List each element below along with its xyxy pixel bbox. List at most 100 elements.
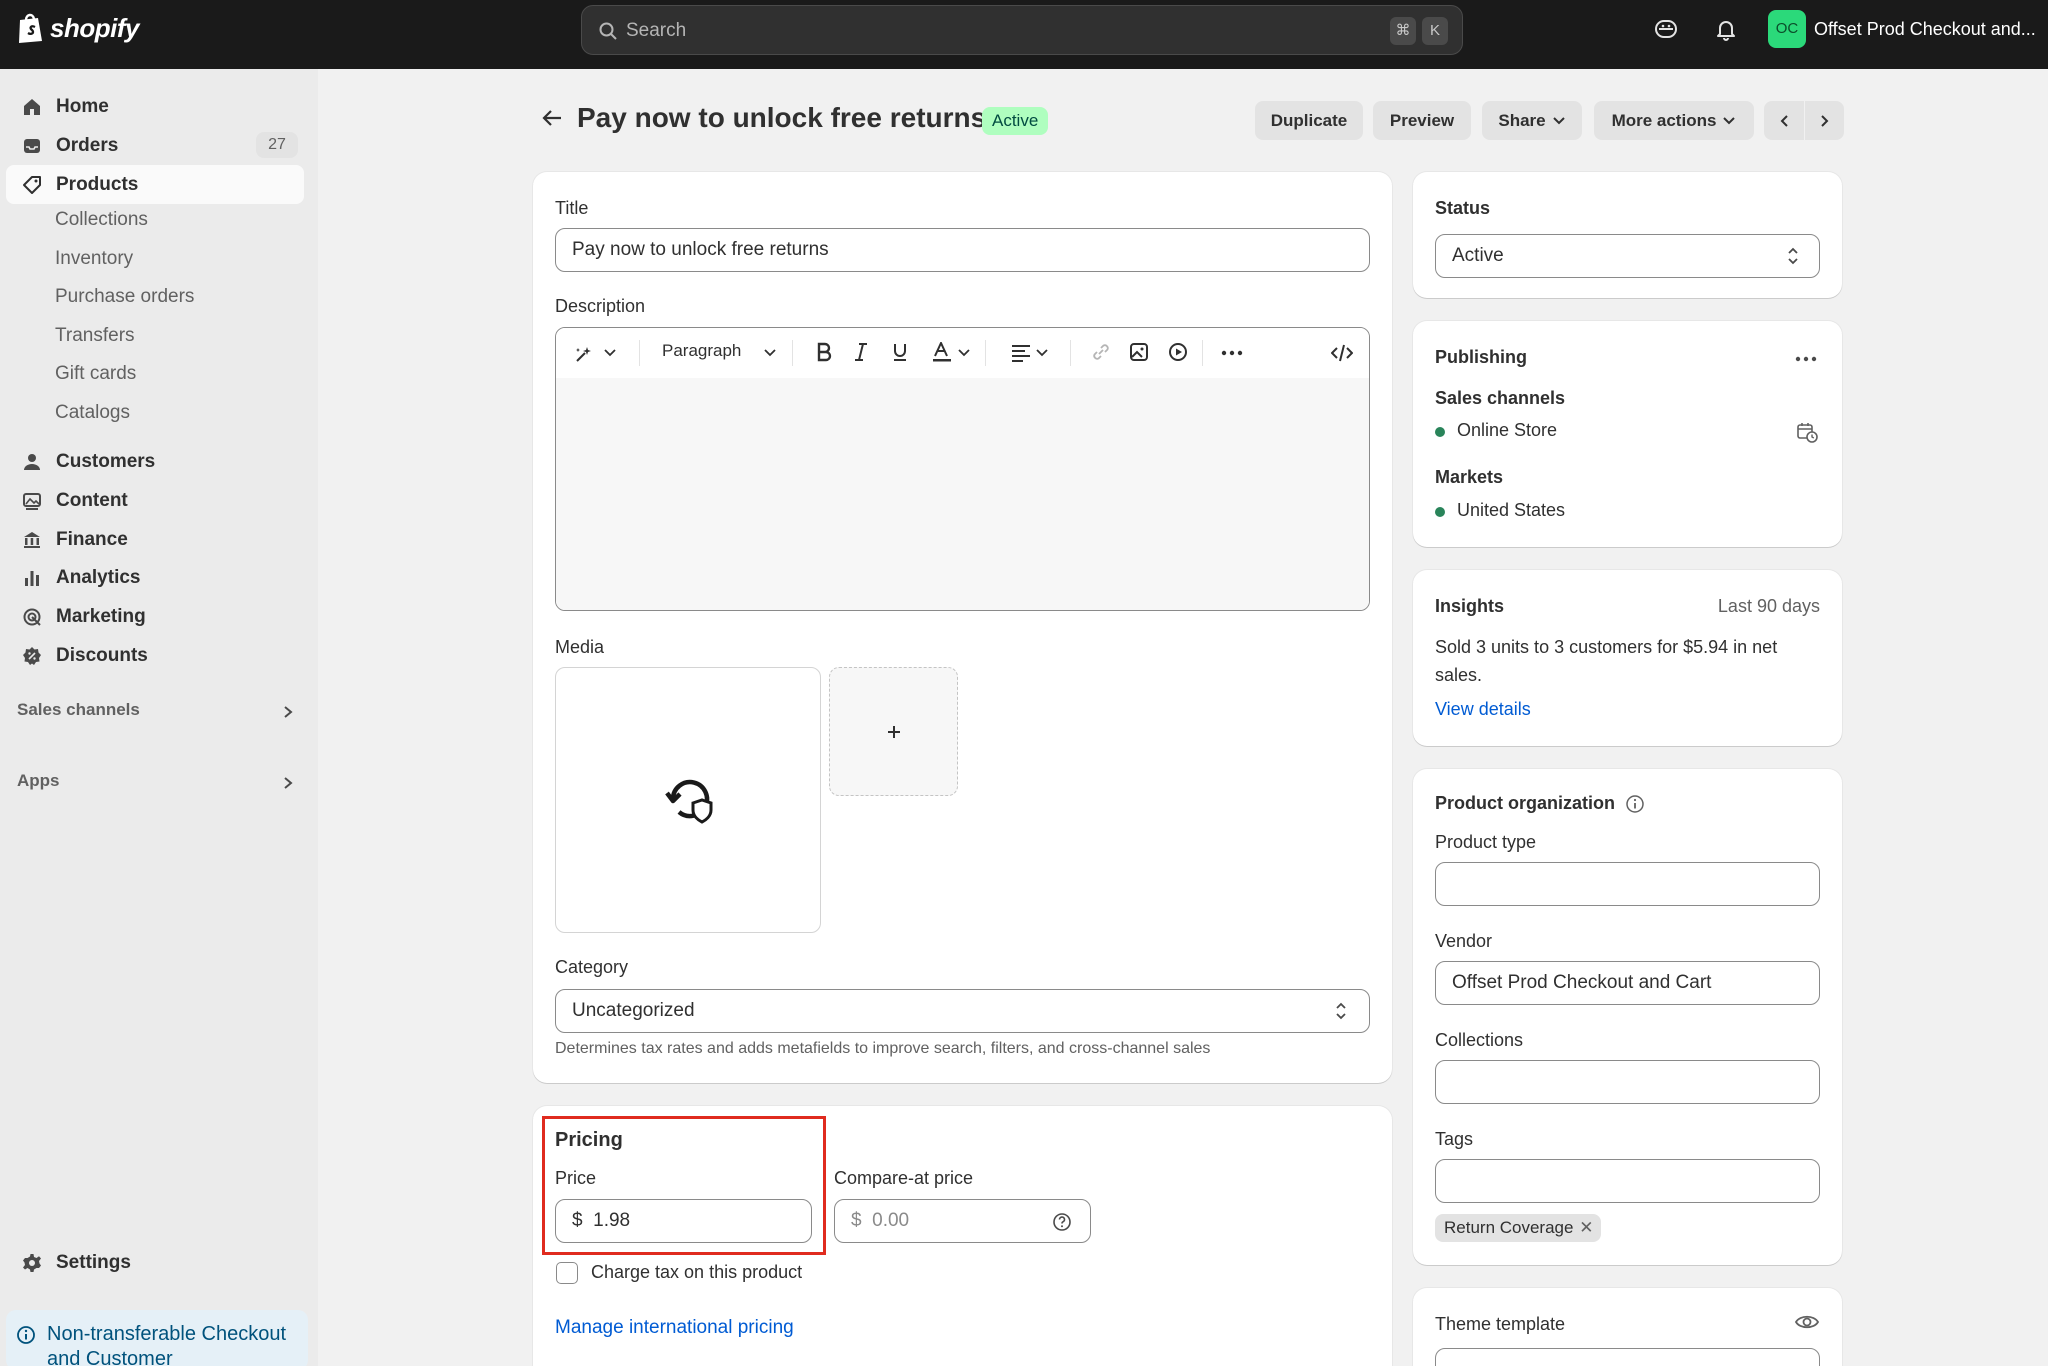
chevron-right-icon — [1820, 114, 1828, 127]
sidebar-item-gift-cards[interactable]: Gift cards — [55, 363, 136, 385]
apps-label: Apps — [17, 771, 60, 790]
bar-chart-icon — [25, 571, 39, 586]
calendar-clock-icon[interactable] — [1796, 421, 1818, 443]
magic-wand-icon[interactable] — [574, 344, 596, 364]
markets-label: Markets — [1435, 467, 1504, 487]
chevron-right-icon — [284, 777, 293, 789]
charge-tax-checkbox[interactable] — [556, 1262, 578, 1284]
title-label: Title — [555, 198, 589, 218]
description-text-area[interactable] — [556, 378, 1369, 610]
italic-icon[interactable] — [854, 342, 868, 362]
sidebar-item-collections[interactable]: Collections — [55, 209, 148, 231]
product-details-card — [533, 172, 1392, 1083]
more-horizontal-icon[interactable] — [1221, 350, 1243, 356]
code-icon[interactable] — [1331, 343, 1353, 363]
duplicate-label: Duplicate — [1270, 110, 1348, 130]
price-field[interactable]: $ 1.98 — [555, 1199, 812, 1243]
bell-icon[interactable] — [1714, 17, 1738, 41]
sidebar-item-customers[interactable]: Customers — [6, 442, 304, 481]
underline-icon[interactable] — [892, 342, 908, 362]
select-arrows-icon — [1336, 1002, 1346, 1020]
return-shield-icon — [665, 779, 713, 824]
store-menu[interactable]: OC Offset Prod Checkout and... — [1768, 10, 2036, 48]
vendor-value: Offset Prod Checkout and Cart — [1452, 972, 1712, 993]
status-dot — [1435, 507, 1445, 517]
sidebar-item-analytics[interactable]: Analytics — [6, 558, 304, 597]
media-thumbnail[interactable] — [555, 667, 821, 933]
sidebar-item-marketing[interactable]: Marketing — [6, 597, 304, 636]
non-transferable-notice[interactable]: Non-transferable Checkout and Customer — [6, 1310, 308, 1366]
preview-button[interactable]: Preview — [1373, 101, 1471, 140]
shopify-logo[interactable]: shopify — [16, 12, 139, 44]
product-type-field[interactable] — [1435, 862, 1820, 906]
avatar: OC — [1768, 10, 1806, 48]
chevron-down-icon[interactable] — [958, 348, 970, 357]
sidebar-item-catalogs[interactable]: Catalogs — [55, 402, 130, 424]
insights-summary: Sold 3 units to 3 customers for $5.94 in… — [1435, 637, 1778, 685]
insights-range: Last 90 days — [1717, 596, 1820, 616]
previous-product-button[interactable] — [1764, 101, 1804, 140]
info-icon — [17, 1326, 35, 1344]
eye-icon[interactable] — [1795, 1312, 1819, 1332]
status-label: Status — [1435, 198, 1491, 218]
chevron-down-icon[interactable] — [764, 348, 776, 357]
tag-chip: Return Coverage ✕ — [1435, 1214, 1602, 1242]
tags-field[interactable] — [1435, 1159, 1820, 1203]
title-field[interactable]: Pay now to unlock free returns — [555, 228, 1370, 272]
more-actions-button[interactable]: More actions — [1594, 101, 1754, 140]
chevron-down-icon[interactable] — [1036, 348, 1048, 357]
sidebar-item-settings[interactable]: Settings — [6, 1243, 304, 1282]
video-icon[interactable] — [1168, 342, 1188, 362]
theme-template-select[interactable] — [1435, 1348, 1820, 1366]
bold-icon[interactable] — [816, 342, 832, 362]
info-icon[interactable] — [1625, 794, 1645, 814]
sidebar-item-finance[interactable]: Finance — [6, 520, 304, 559]
view-details-link[interactable]: View details — [1435, 699, 1531, 720]
sidebar-item-home[interactable]: Home — [6, 87, 304, 126]
chevron-down-icon[interactable] — [604, 348, 616, 357]
sidebar-item-inventory[interactable]: Inventory — [55, 248, 133, 270]
status-select[interactable]: Active — [1435, 234, 1820, 278]
sidebar-item-content[interactable]: Content — [6, 481, 304, 520]
manage-international-pricing-link[interactable]: Manage international pricing — [555, 1317, 794, 1339]
sidebar-item-orders[interactable]: Orders 27 — [6, 126, 304, 165]
sales-channels-label: Sales channels — [1435, 388, 1566, 408]
back-arrow-icon[interactable] — [541, 108, 563, 128]
image-content-icon — [23, 493, 41, 510]
tag-icon — [23, 176, 41, 194]
vendor-field[interactable]: Offset Prod Checkout and Cart — [1435, 961, 1820, 1005]
link-icon[interactable] — [1091, 342, 1111, 362]
duplicate-button[interactable]: Duplicate — [1255, 101, 1363, 140]
search-placeholder: Search — [626, 20, 687, 41]
sidebar-item-discounts[interactable]: Discounts — [6, 636, 304, 675]
category-label: Category — [555, 957, 629, 977]
sidekick-icon[interactable] — [1654, 17, 1678, 41]
category-select[interactable]: Uncategorized — [555, 989, 1370, 1033]
add-media-button[interactable] — [829, 667, 958, 796]
charge-tax-label: Charge tax on this product — [591, 1262, 803, 1282]
target-icon — [23, 608, 41, 626]
sidebar-item-transfers[interactable]: Transfers — [55, 325, 135, 347]
collections-field[interactable] — [1435, 1060, 1820, 1104]
product-organization-label: Product organization — [1435, 793, 1615, 813]
sidebar-item-products[interactable]: Products — [6, 165, 304, 204]
editor-toolbar: Paragraph — [556, 328, 1369, 378]
text-color-icon[interactable] — [932, 342, 952, 362]
sidebar-item-purchase-orders[interactable]: Purchase orders — [55, 286, 194, 308]
share-label: Share — [1498, 110, 1546, 130]
question-circle-icon[interactable] — [1052, 1212, 1072, 1232]
more-horizontal-icon[interactable] — [1795, 356, 1817, 362]
remove-tag-icon[interactable]: ✕ — [1579, 1214, 1593, 1242]
compare-at-price-field[interactable]: $ 0.00 — [834, 1199, 1091, 1243]
pagination-buttons — [1764, 101, 1844, 140]
store-name: Offset Prod Checkout and... — [1814, 18, 2036, 39]
image-icon[interactable] — [1129, 342, 1149, 362]
preview-label: Preview — [1389, 110, 1455, 130]
paragraph-select[interactable]: Paragraph — [662, 341, 741, 361]
publishing-label: Publishing — [1435, 347, 1527, 367]
share-button[interactable]: Share — [1482, 101, 1582, 140]
align-icon[interactable] — [1011, 344, 1031, 362]
chevron-down-icon — [1723, 116, 1736, 124]
search-input[interactable]: Search ⌘ K — [581, 5, 1463, 55]
next-product-button[interactable] — [1805, 101, 1844, 140]
